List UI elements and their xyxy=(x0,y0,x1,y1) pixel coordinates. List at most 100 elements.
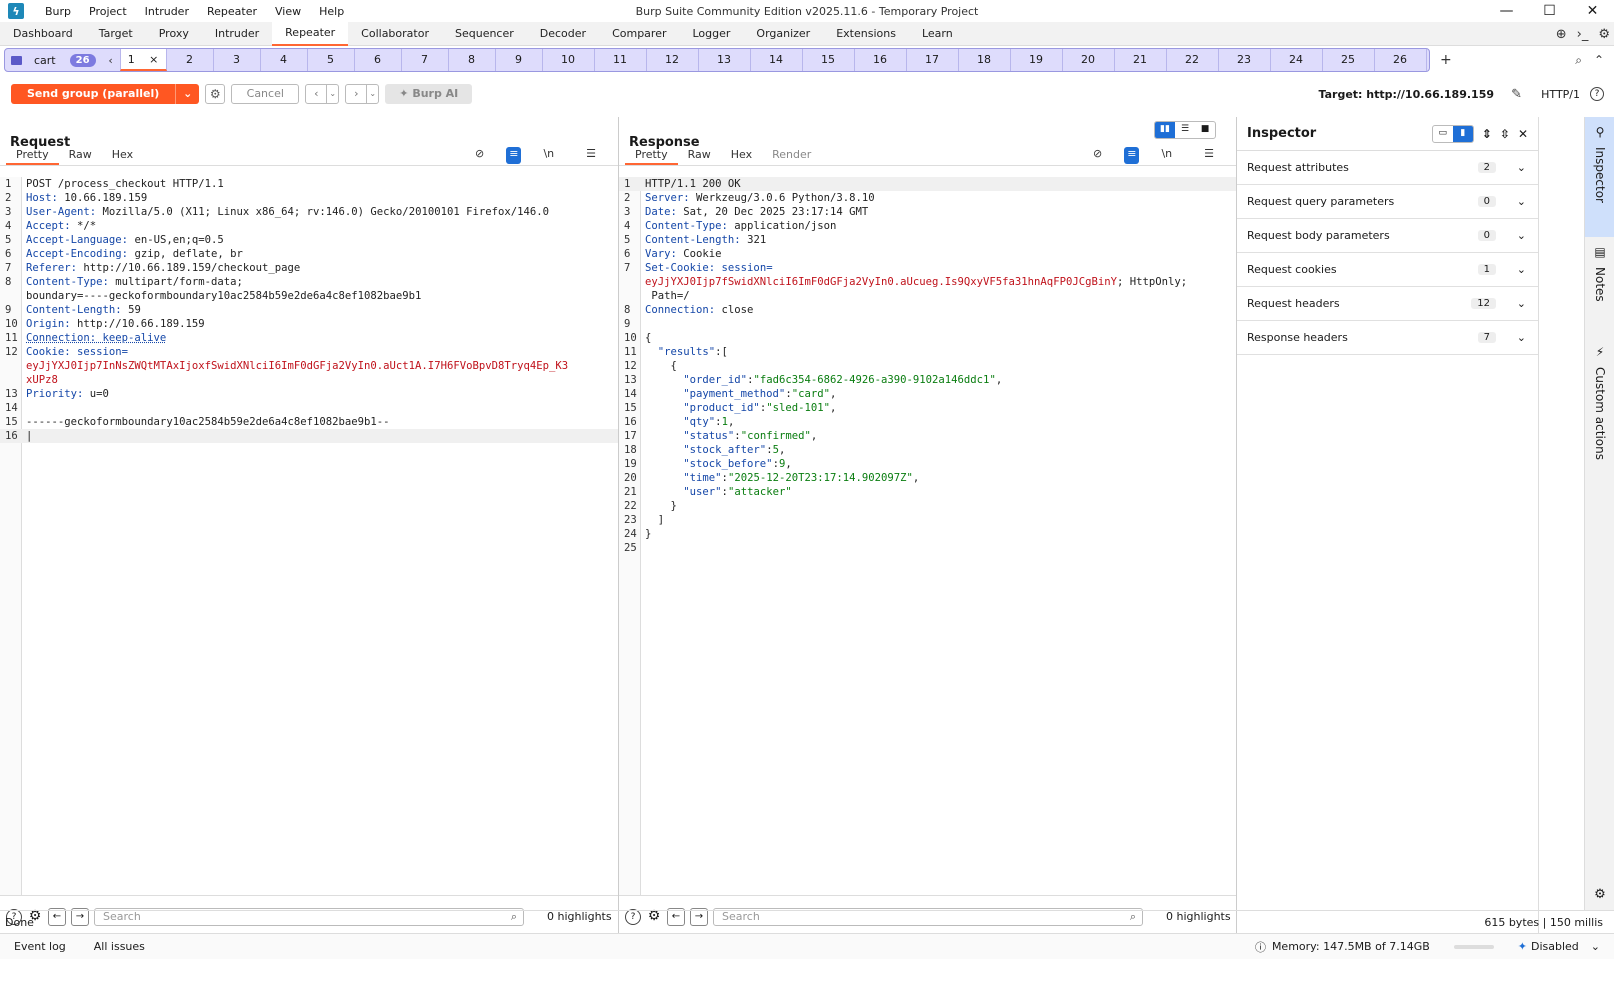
inspector-row-response-headers[interactable]: Response headers 7 ⌄ xyxy=(1237,321,1538,355)
collapse-all-icon[interactable]: ⇳ xyxy=(1500,127,1510,141)
tab-target[interactable]: Target xyxy=(86,22,146,46)
repeater-tab-23[interactable]: 23 xyxy=(1219,49,1271,71)
inspector-row-request-body-parameters[interactable]: Request body parameters 0 ⌄ xyxy=(1237,219,1538,253)
http-version-toggle[interactable]: HTTP/1 xyxy=(1541,88,1580,101)
response-editor[interactable]: 1 HTTP/1.1 200 OK 2 Server: Werkzeug/3.0.6 … xyxy=(619,177,1236,895)
forward-arrow-icon[interactable]: › xyxy=(346,85,366,103)
burp-ai-button[interactable]: ✦ Burp AI xyxy=(385,84,473,104)
inspector-row-request-cookies[interactable]: Request cookies 1 ⌄ xyxy=(1237,253,1538,287)
tab-logger[interactable]: Logger xyxy=(679,22,743,46)
edit-target-pencil-icon[interactable]: ✎ xyxy=(1511,87,1522,102)
hide-eye-icon[interactable]: ⊘ xyxy=(465,147,494,164)
repeater-tab-17[interactable]: 17 xyxy=(907,49,959,71)
response-tab-raw[interactable]: Raw xyxy=(678,148,721,165)
tab-learn[interactable]: Learn xyxy=(909,22,966,46)
chevron-up-icon[interactable]: ⌃ xyxy=(1594,53,1604,68)
repeater-tab-10[interactable]: 10 xyxy=(543,49,595,71)
repeater-tab-6[interactable]: 6 xyxy=(355,49,402,71)
request-tab-raw[interactable]: Raw xyxy=(59,148,102,165)
sidebar-item-notes[interactable]: ▤ Notes xyxy=(1585,237,1614,337)
menu-repeater[interactable]: Repeater xyxy=(198,5,266,18)
inspector-layout-a-icon[interactable]: ▭ xyxy=(1433,126,1453,142)
repeater-tab-9[interactable]: 9 xyxy=(496,49,543,71)
help-icon[interactable]: ? xyxy=(1590,87,1604,101)
inspector-layout-b-icon[interactable]: ▮ xyxy=(1452,126,1473,142)
menu-view[interactable]: View xyxy=(266,5,310,18)
layout-side-by-side-icon[interactable]: ▮▮ xyxy=(1155,122,1175,138)
add-tab-icon[interactable]: + xyxy=(1440,52,1452,68)
chevron-down-icon[interactable]: ⌄ xyxy=(1517,161,1526,174)
repeater-tab-5[interactable]: 5 xyxy=(308,49,355,71)
repeater-tab-3[interactable]: 3 xyxy=(214,49,261,71)
tab-sequencer[interactable]: Sequencer xyxy=(442,22,527,46)
minimize-icon[interactable]: — xyxy=(1485,3,1528,19)
back-dropdown-icon[interactable]: ⌄ xyxy=(326,85,338,103)
sidebar-item-inspector[interactable]: ⚲ Inspector xyxy=(1585,117,1614,237)
menu-help[interactable]: Help xyxy=(310,5,353,18)
globe-icon[interactable]: ⊕ xyxy=(1556,27,1567,42)
search-tabs-icon[interactable]: ⌕ xyxy=(1575,53,1582,68)
tab-organizer[interactable]: Organizer xyxy=(743,22,823,46)
chevron-down-icon[interactable]: ⌄ xyxy=(1517,297,1526,310)
sidebar-settings-gear-icon[interactable]: ⚙ xyxy=(1585,887,1614,902)
tab-proxy[interactable]: Proxy xyxy=(146,22,202,46)
forward-dropdown-icon[interactable]: ⌄ xyxy=(366,85,378,103)
repeater-tab-13[interactable]: 13 xyxy=(699,49,751,71)
response-tab-pretty[interactable]: Pretty xyxy=(625,148,678,165)
inspector-row-request-attributes[interactable]: Request attributes 2 ⌄ xyxy=(1237,151,1538,185)
tab-group-cart[interactable]: cart 26 xyxy=(5,49,102,71)
pretty-format-icon[interactable]: ≡ xyxy=(1124,147,1140,164)
newline-icon[interactable]: \n xyxy=(533,147,564,164)
tab-repeater[interactable]: Repeater xyxy=(272,21,349,46)
send-settings-gear-icon[interactable]: ⚙ xyxy=(205,84,226,104)
repeater-tab-12[interactable]: 12 xyxy=(647,49,699,71)
event-log-tab[interactable]: Event log xyxy=(0,940,80,953)
layout-stacked-icon[interactable]: ☰ xyxy=(1175,122,1195,138)
maximize-icon[interactable]: ☐ xyxy=(1528,3,1571,19)
repeater-tab-14[interactable]: 14 xyxy=(751,49,803,71)
hide-eye-icon[interactable]: ⊘ xyxy=(1083,147,1112,164)
expand-all-icon[interactable]: ⇕ xyxy=(1482,127,1492,141)
repeater-tab-25[interactable]: 25 xyxy=(1323,49,1375,71)
tab-decoder[interactable]: Decoder xyxy=(527,22,599,46)
repeater-tab-20[interactable]: 20 xyxy=(1063,49,1115,71)
terminal-icon[interactable]: ›_ xyxy=(1577,27,1589,42)
chevron-down-icon[interactable]: ⌄ xyxy=(1517,229,1526,242)
history-forward[interactable]: › ⌄ xyxy=(345,84,380,104)
repeater-tab-16[interactable]: 16 xyxy=(855,49,907,71)
close-window-icon[interactable]: ✕ xyxy=(1571,3,1614,19)
close-inspector-icon[interactable]: ✕ xyxy=(1518,127,1528,141)
tab-dashboard[interactable]: Dashboard xyxy=(0,22,86,46)
ai-status-toggle[interactable]: ✦ Disabled ⌄ xyxy=(1518,940,1600,953)
all-issues-tab[interactable]: All issues xyxy=(80,940,159,953)
response-tab-hex[interactable]: Hex xyxy=(721,148,762,165)
chevron-down-icon[interactable]: ⌄ xyxy=(1517,263,1526,276)
repeater-tab-2[interactable]: 2 xyxy=(167,49,214,71)
repeater-tab-22[interactable]: 22 xyxy=(1167,49,1219,71)
history-back[interactable]: ‹ ⌄ xyxy=(305,84,340,104)
response-tab-render[interactable]: Render xyxy=(762,148,821,165)
tab-extensions[interactable]: Extensions xyxy=(823,22,909,46)
menu-intruder[interactable]: Intruder xyxy=(136,5,198,18)
menu-burp[interactable]: Burp xyxy=(36,5,80,18)
inspector-row-request-query-parameters[interactable]: Request query parameters 0 ⌄ xyxy=(1237,185,1538,219)
tab-intruder[interactable]: Intruder xyxy=(202,22,272,46)
layout-single-icon[interactable]: ■ xyxy=(1195,122,1215,138)
repeater-tab-11[interactable]: 11 xyxy=(595,49,647,71)
tab-comparer[interactable]: Comparer xyxy=(599,22,679,46)
chevron-down-icon[interactable]: ⌄ xyxy=(1517,331,1526,344)
repeater-tab-24[interactable]: 24 xyxy=(1271,49,1323,71)
repeater-tab-18[interactable]: 18 xyxy=(959,49,1011,71)
request-editor[interactable]: 1 POST /process_checkout HTTP/1.1 2 Host: 1… xyxy=(0,177,618,895)
pretty-format-icon[interactable]: ≡ xyxy=(506,147,522,164)
sidebar-item-custom-actions[interactable]: ⚡ Custom actions xyxy=(1585,337,1614,477)
menu-icon[interactable]: ☰ xyxy=(576,147,606,164)
cancel-button[interactable]: Cancel xyxy=(231,84,300,104)
tab-collaborator[interactable]: Collaborator xyxy=(348,22,442,46)
request-tab-hex[interactable]: Hex xyxy=(102,148,143,165)
repeater-tab-19[interactable]: 19 xyxy=(1011,49,1063,71)
menu-icon[interactable]: ☰ xyxy=(1194,147,1224,164)
send-group-button[interactable]: Send group (parallel) ⌄ xyxy=(11,84,200,104)
repeater-tab-26[interactable]: 26 xyxy=(1375,49,1427,71)
collapse-chevron-icon[interactable]: ‹ xyxy=(102,54,120,67)
